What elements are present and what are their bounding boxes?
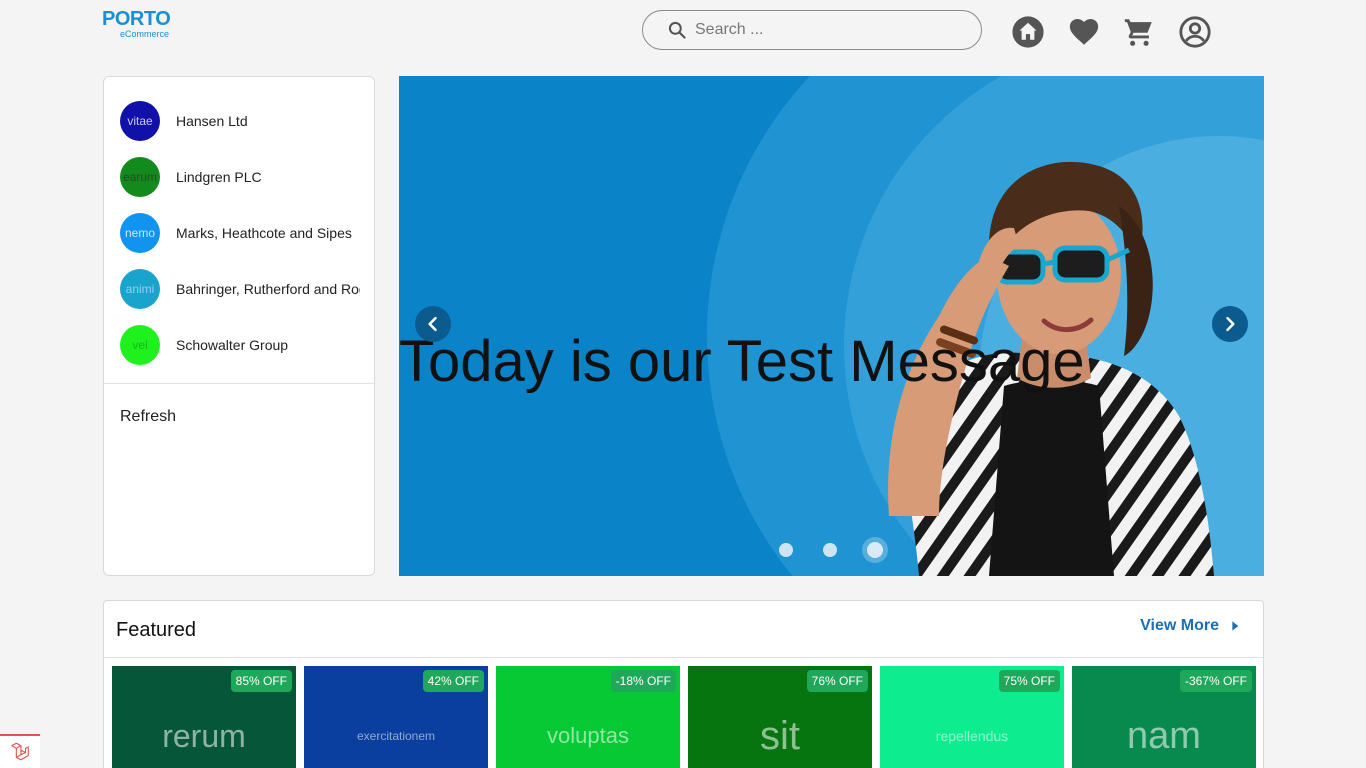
product-card[interactable]: nam -367% OFF bbox=[1072, 666, 1256, 768]
logo-subtitle: eCommerce bbox=[120, 29, 170, 39]
home-icon bbox=[1012, 16, 1044, 48]
featured-title: Featured bbox=[116, 619, 197, 641]
chevron-right-icon bbox=[1226, 316, 1235, 332]
discount-badge: -367% OFF bbox=[1179, 670, 1252, 692]
laravel-icon bbox=[11, 742, 29, 761]
cart-icon bbox=[1124, 19, 1152, 46]
site-header: PORTO eCommerce bbox=[0, 0, 1366, 64]
refresh-link[interactable]: Refresh bbox=[104, 384, 374, 426]
featured-product-list: rerum 85% OFF exercitationem 42% OFF volupta… bbox=[112, 666, 1264, 768]
brand-logo: vel bbox=[120, 325, 160, 365]
brand-name: Marks, Heathcote and Sipes bbox=[176, 225, 352, 241]
brand-item[interactable]: animi Bahringer, Rutherford and Rogahn bbox=[104, 261, 374, 317]
brands-sidebar: vitae Hansen Ltd earum Lindgren PLC nemo Mark… bbox=[103, 76, 375, 576]
search-icon bbox=[668, 21, 686, 39]
heart-icon bbox=[1069, 18, 1099, 45]
product-card[interactable]: exercitationem 42% OFF bbox=[304, 666, 488, 768]
search-input[interactable] bbox=[695, 21, 955, 39]
carousel-next-button[interactable] bbox=[1212, 306, 1248, 342]
product-image-text: exercitationem bbox=[356, 729, 436, 743]
search-box[interactable] bbox=[642, 10, 982, 50]
brand-name: Lindgren PLC bbox=[176, 169, 262, 185]
brand-logo: nemo bbox=[120, 213, 160, 253]
brand-item[interactable]: vel Schowalter Group bbox=[104, 317, 374, 373]
account-button[interactable] bbox=[1177, 14, 1213, 50]
wishlist-button[interactable] bbox=[1066, 14, 1102, 50]
cart-button[interactable] bbox=[1121, 14, 1157, 50]
view-more-label: View More bbox=[1140, 617, 1219, 634]
porto-logo[interactable]: PORTO eCommerce bbox=[102, 9, 182, 41]
logo-wordmark: PORTO bbox=[102, 8, 171, 30]
brand-item[interactable]: vitae Hansen Ltd bbox=[104, 93, 374, 149]
product-card[interactable]: sit 76% OFF bbox=[688, 666, 872, 768]
featured-section: Featured View More rerum 85% OFF exercitat… bbox=[103, 600, 1264, 768]
product-image-text: repellendus bbox=[935, 728, 1009, 744]
banner-title: Today is our Test Message bbox=[399, 329, 1085, 394]
discount-badge: 75% OFF bbox=[998, 670, 1060, 692]
brand-item[interactable]: earum Lindgren PLC bbox=[104, 149, 374, 205]
carousel-dot[interactable] bbox=[867, 542, 883, 558]
discount-badge: 85% OFF bbox=[230, 670, 292, 692]
product-card[interactable]: voluptas -18% OFF bbox=[496, 666, 680, 768]
discount-badge: 42% OFF bbox=[422, 670, 484, 692]
product-image-text: nam bbox=[1127, 714, 1201, 757]
view-more-link[interactable]: View More bbox=[1140, 617, 1243, 635]
hero-carousel: Today is our Test Message bbox=[399, 76, 1264, 576]
debugbar-toggle[interactable] bbox=[0, 734, 40, 768]
brand-logo: earum bbox=[120, 157, 160, 197]
product-card[interactable]: repellendus 75% OFF bbox=[880, 666, 1064, 768]
product-card[interactable]: rerum 85% OFF bbox=[112, 666, 296, 768]
brand-logo: animi bbox=[120, 269, 160, 309]
chevron-left-icon bbox=[428, 316, 437, 332]
discount-badge: -18% OFF bbox=[610, 670, 676, 692]
carousel-dot[interactable] bbox=[823, 543, 837, 557]
brand-item[interactable]: nemo Marks, Heathcote and Sipes bbox=[104, 205, 374, 261]
carousel-dot[interactable] bbox=[779, 543, 793, 557]
featured-header: Featured View More bbox=[104, 601, 1263, 658]
product-image-text: sit bbox=[760, 713, 800, 758]
brand-logo: vitae bbox=[120, 101, 160, 141]
product-image-text: rerum bbox=[162, 717, 246, 754]
carousel-indicators bbox=[779, 542, 913, 558]
home-button[interactable] bbox=[1010, 14, 1046, 50]
carousel-prev-button[interactable] bbox=[415, 306, 451, 342]
brand-name: Hansen Ltd bbox=[176, 113, 248, 129]
caret-right-icon bbox=[1232, 621, 1239, 631]
account-icon bbox=[1179, 16, 1211, 48]
brand-name: Bahringer, Rutherford and Rogahn bbox=[176, 281, 360, 297]
brand-name: Schowalter Group bbox=[176, 337, 289, 353]
product-image-text: voluptas bbox=[547, 723, 629, 748]
discount-badge: 76% OFF bbox=[806, 670, 868, 692]
brand-list: vitae Hansen Ltd earum Lindgren PLC nemo Mark… bbox=[104, 77, 374, 373]
